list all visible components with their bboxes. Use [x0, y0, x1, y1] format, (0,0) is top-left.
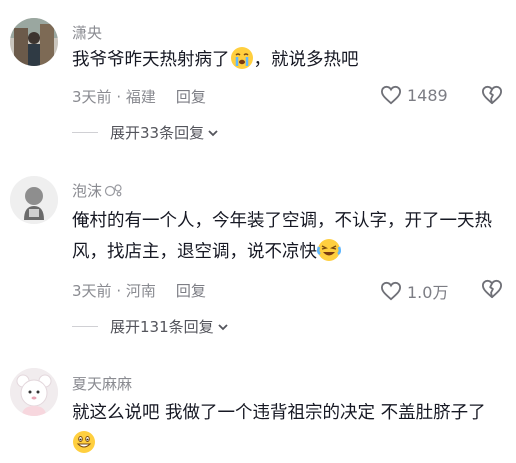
expand-replies-button[interactable]: 展开33条回复 [72, 122, 219, 143]
username[interactable]: 潇央 [72, 22, 102, 43]
comment-meta: 3天前 · 福建 回复 [72, 88, 206, 106]
crying-face-icon [230, 47, 253, 69]
broken-heart-icon [481, 85, 503, 105]
dislike-button[interactable] [481, 85, 503, 109]
laughing-crying-face-icon [317, 239, 341, 261]
expand-replies-label: 展开33条回复 [110, 124, 205, 142]
comment-text: 就这么说吧 我做了一个违背祖宗的决定 不盖肚脐子了 [72, 398, 508, 460]
avatar[interactable] [10, 368, 58, 416]
like-count: 1489 [407, 85, 448, 105]
comment-text: 俺村的有一个人，今年装了空调，不认字，开了一天热风，找店主，退空调，说不凉快 [72, 211, 492, 262]
divider [72, 326, 98, 327]
comment-location: 河南 [125, 282, 156, 300]
heart-icon [380, 85, 402, 105]
comment-location: 福建 [125, 88, 156, 106]
like-button[interactable]: 1.0万 [380, 279, 448, 303]
grinning-face-icon [73, 431, 95, 453]
comment-text: 我爷爷昨天热射病了 ，就说多热吧 [72, 45, 508, 76]
comment-time: 3天前 [72, 88, 112, 106]
bubbles-icon [104, 184, 122, 197]
broken-heart-icon [481, 279, 503, 299]
like-button[interactable]: 1489 [380, 85, 448, 105]
expand-replies-button[interactable]: 展开131条回复 [72, 316, 229, 337]
avatar[interactable] [10, 18, 58, 66]
chevron-down-icon [208, 129, 218, 136]
avatar[interactable] [10, 176, 58, 224]
reply-button[interactable]: 回复 [176, 88, 206, 106]
chevron-down-icon [218, 323, 228, 330]
heart-icon [380, 281, 402, 301]
like-count: 1.0万 [407, 283, 449, 302]
comment-meta: 3天前 · 河南 回复 [72, 282, 206, 300]
comment-time: 3天前 [72, 282, 112, 300]
username[interactable]: 夏天麻麻 [72, 373, 132, 394]
username[interactable]: 泡沫 [72, 180, 124, 201]
expand-replies-label: 展开131条回复 [110, 318, 214, 336]
reply-button[interactable]: 回复 [176, 282, 206, 300]
divider [72, 132, 98, 133]
dislike-button[interactable] [481, 279, 503, 303]
